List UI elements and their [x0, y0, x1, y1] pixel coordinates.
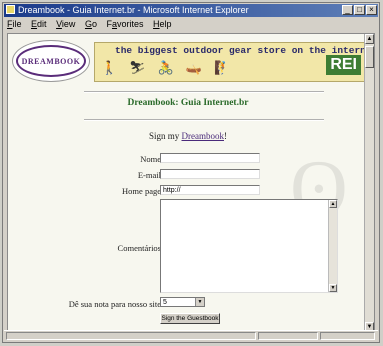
- rei-ad-banner[interactable]: the biggest outdoor gear store on the in…: [94, 42, 368, 82]
- dreambook-logo[interactable]: DREAMBOOK: [12, 40, 90, 82]
- cyclist-icon: 🚴: [157, 60, 174, 75]
- chevron-down-icon[interactable]: ▼: [195, 298, 204, 306]
- comments-scrollbar[interactable]: ▲ ▼: [328, 200, 337, 292]
- window-controls: _ □ ×: [342, 5, 377, 15]
- sign-guestbook-button[interactable]: Sign the Guestbook: [160, 313, 220, 324]
- maximize-button[interactable]: □: [354, 5, 365, 15]
- hiker-icon: 🚶: [101, 60, 118, 75]
- homepage-input[interactable]: http://: [160, 185, 260, 195]
- title-bar[interactable]: Dreambook - Guia Internet.br - Microsoft…: [4, 4, 378, 17]
- logo-text: DREAMBOOK: [16, 45, 86, 77]
- menu-favorites[interactable]: Favorites: [107, 19, 144, 29]
- kayak-icon: 🛶: [185, 60, 203, 75]
- minimize-button[interactable]: _: [342, 5, 353, 15]
- page-scrollbar[interactable]: ▲ ▼: [364, 34, 374, 332]
- sign-prompt: Sign my Dreambook!: [148, 131, 227, 141]
- comments-label: Comentários: [117, 243, 161, 253]
- climber-icon: 🧗: [214, 60, 231, 75]
- rating-select[interactable]: 5 ▼: [160, 297, 205, 307]
- rating-label: Dê sua nota para nosso site: [68, 299, 161, 309]
- comments-textarea[interactable]: ▲ ▼: [160, 199, 338, 293]
- status-pane-main: [6, 332, 256, 340]
- name-input[interactable]: [160, 153, 260, 163]
- rating-value: 5: [163, 299, 167, 306]
- rei-logo: REI: [326, 55, 361, 75]
- skier-icon: ⛷: [129, 60, 146, 75]
- window-title: Dreambook - Guia Internet.br - Microsoft…: [18, 5, 249, 15]
- scroll-up-icon[interactable]: ▲: [329, 200, 337, 208]
- page-title: Dreambook: Guia Internet.br: [127, 98, 249, 108]
- status-pane-progress: [258, 332, 318, 340]
- divider-top: [84, 91, 324, 93]
- status-bar: [4, 330, 378, 341]
- ie-icon: [6, 5, 15, 14]
- name-label: Nome: [140, 154, 161, 164]
- homepage-label: Home page: [122, 186, 161, 196]
- status-pane-zone: [320, 332, 375, 340]
- menu-view[interactable]: View: [56, 19, 75, 29]
- menu-bar: File Edit View Go Favorites Help: [4, 18, 378, 31]
- page-content: ʘ⌐ DREAMBOOK the biggest outdoor gear st…: [7, 33, 375, 333]
- page-scroll-up-icon[interactable]: ▲: [365, 34, 374, 44]
- page-scroll-thumb[interactable]: [365, 46, 374, 68]
- divider-bottom: [84, 119, 324, 121]
- dreambook-link[interactable]: Dreambook: [182, 131, 225, 141]
- email-label: E-mail: [137, 170, 161, 180]
- banner-activity-icons: 🚶 ⛷ 🚴 🛶 🧗: [101, 60, 230, 76]
- menu-go[interactable]: Go: [85, 19, 97, 29]
- menu-edit[interactable]: Edit: [31, 19, 47, 29]
- close-button[interactable]: ×: [366, 5, 377, 15]
- menu-file[interactable]: File: [7, 19, 22, 29]
- browser-window: Dreambook - Guia Internet.br - Microsoft…: [2, 2, 380, 343]
- scroll-down-icon[interactable]: ▼: [329, 284, 337, 292]
- menu-help[interactable]: Help: [153, 19, 172, 29]
- email-input[interactable]: [160, 169, 260, 179]
